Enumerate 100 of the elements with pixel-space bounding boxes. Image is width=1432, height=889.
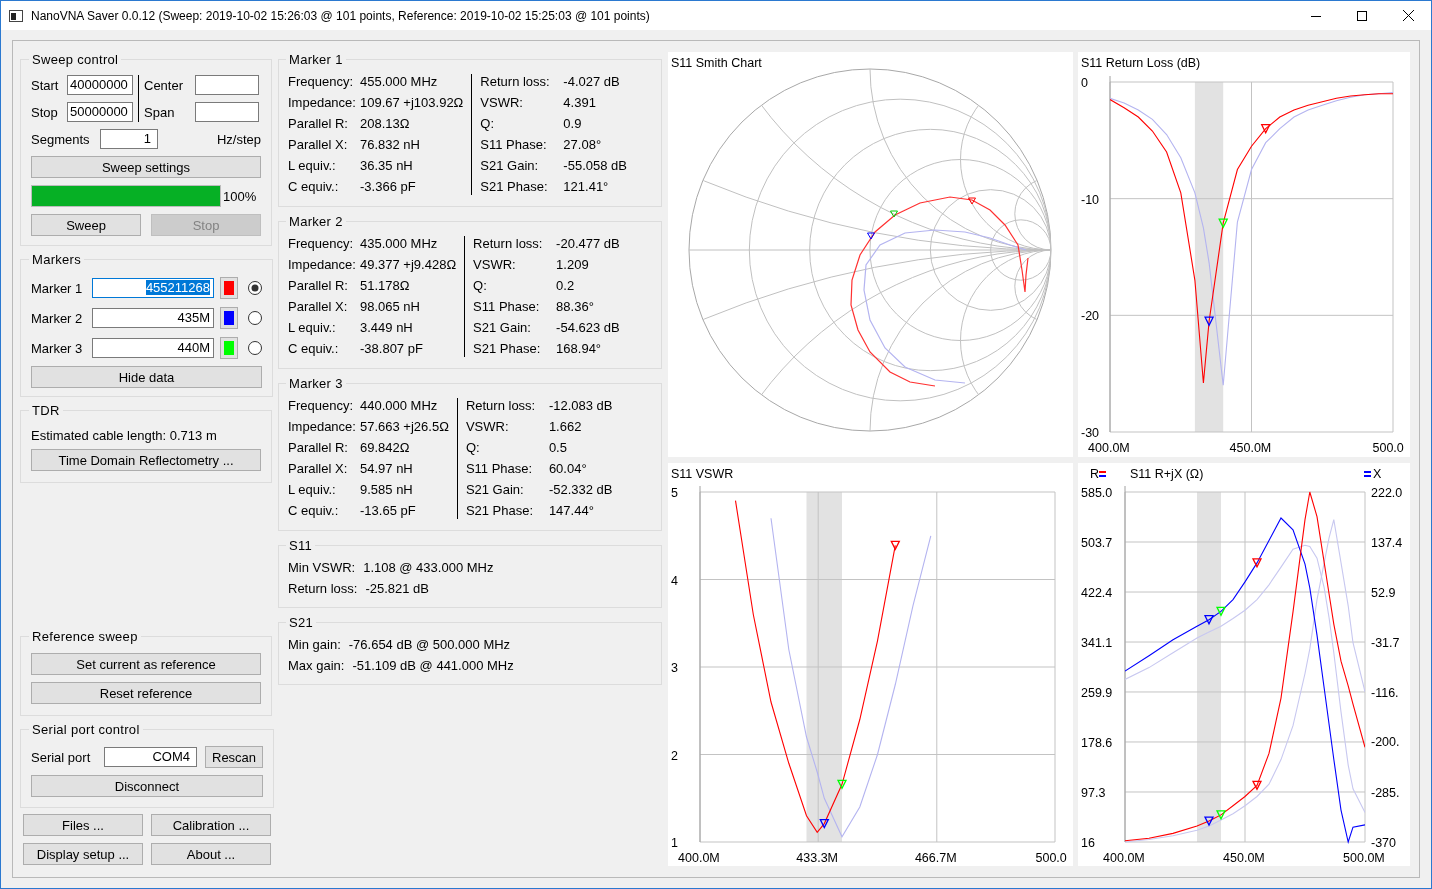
axis-label: 450.0M: [1229, 441, 1272, 455]
tdr-button[interactable]: Time Domain Reflectometry ...: [31, 449, 261, 471]
reference-button[interactable]: Set current as reference: [31, 653, 261, 675]
summary-value: -25.821 dB: [365, 581, 429, 596]
axis-label: 259.9: [1081, 685, 1113, 700]
info-label: Parallel R:: [288, 278, 349, 294]
info-value: 36.35 nH: [360, 158, 414, 174]
info-value: 49.377 +j9.428Ω: [360, 257, 457, 273]
info-value: -55.058 dB: [563, 158, 627, 174]
axis-label: 97.3: [1081, 786, 1106, 800]
info-label: VSWR:: [465, 419, 510, 435]
info-value: -38.807 pF: [360, 341, 424, 357]
marker-triangle: [1215, 810, 1227, 821]
input-field[interactable]: 1: [100, 129, 158, 149]
marker-triangle: [836, 779, 848, 790]
maximize-icon[interactable]: [1357, 10, 1367, 21]
menu-button[interactable]: Calibration ...: [151, 814, 271, 836]
info-label: S11 Phase:: [473, 299, 541, 315]
sweep-settings-button[interactable]: Sweep settings: [31, 156, 261, 178]
color-button[interactable]: [220, 277, 238, 299]
chart-title: S11 Return Loss (dB): [1081, 56, 1201, 70]
info-label: L equiv.:: [288, 158, 337, 174]
marker-triangle: [890, 540, 901, 551]
group-title: Marker 1: [288, 52, 344, 67]
info-value: 168.94°: [556, 341, 603, 357]
marker-frequency-field[interactable]: 435M: [92, 308, 214, 328]
input-field[interactable]: 40000000: [67, 75, 133, 95]
group-title: Marker 3: [288, 376, 344, 391]
info-value: 88.36°: [556, 299, 595, 315]
info-label: Impedance:: [288, 419, 357, 435]
field-label: Stop: [31, 104, 59, 120]
axis-label: 450.0M: [1223, 851, 1265, 865]
axis-label: 422.4: [1081, 586, 1113, 600]
axis-label: -285.: [1371, 785, 1400, 800]
axis-label: 500.0: [1372, 441, 1404, 455]
marker-triangle: [1251, 780, 1263, 791]
field-label: Center: [144, 77, 185, 93]
info-label: S11 Phase:: [480, 137, 548, 153]
marker-label: Marker 1: [31, 280, 84, 296]
info-value: 0.5: [548, 440, 568, 456]
color-button[interactable]: [220, 307, 238, 329]
info-value: 9.585 nH: [360, 482, 414, 498]
info-label: L equiv.:: [288, 320, 337, 336]
marker-frequency-field[interactable]: 455211268: [92, 278, 214, 298]
axis-label: 400.0M: [1103, 851, 1145, 865]
hide-data-button[interactable]: Hide data: [31, 366, 262, 388]
info-value: 76.832 nH: [360, 137, 421, 153]
summary-value: -51.109 dB @ 441.000 MHz: [352, 658, 514, 673]
info-label: Frequency:: [288, 398, 355, 414]
radio-button[interactable]: [248, 311, 262, 325]
field-label: Segments: [31, 131, 91, 147]
menu-button[interactable]: Files ...: [23, 814, 143, 836]
info-label: C equiv.:: [288, 341, 340, 357]
radio-button[interactable]: [248, 341, 262, 355]
input-field[interactable]: 50000000: [67, 102, 133, 122]
info-label: Frequency:: [288, 74, 355, 90]
rescan-button[interactable]: Rescan: [205, 746, 263, 768]
group-title: S11: [288, 538, 314, 553]
axis-label: -31.7: [1371, 636, 1400, 650]
group-title: Serial port control: [31, 722, 141, 737]
marker-triangle: [1203, 615, 1215, 626]
axis-label: 1: [671, 836, 678, 850]
marker-label: Marker 2: [31, 310, 84, 326]
close-icon[interactable]: [1402, 10, 1414, 21]
info-label: Frequency:: [288, 236, 355, 252]
info-value: 69.842Ω: [360, 440, 411, 456]
info-label: C equiv.:: [288, 503, 340, 519]
axis-label: -10: [1081, 192, 1100, 207]
color-button[interactable]: [220, 337, 238, 359]
group-title: Marker 2: [288, 214, 344, 229]
reference-button[interactable]: Reset reference: [31, 682, 261, 704]
serial-port-field[interactable]: COM4: [104, 747, 197, 767]
field-label: Start: [31, 77, 60, 93]
info-value: 4.391: [563, 95, 597, 111]
axis-label: 4: [671, 573, 678, 588]
marker-triangle: [1203, 816, 1215, 827]
axis-label: -370: [1371, 836, 1397, 850]
sweep-button[interactable]: Sweep: [31, 214, 141, 236]
info-value: 435.000 MHz: [360, 236, 439, 252]
menu-button[interactable]: About ...: [151, 843, 271, 865]
input-field[interactable]: [195, 102, 259, 122]
info-label: C equiv.:: [288, 179, 340, 195]
axis-label: 585.0: [1081, 486, 1113, 500]
info-label: Parallel X:: [288, 137, 349, 153]
summary-label: Min gain:: [288, 637, 341, 652]
input-field[interactable]: [195, 75, 259, 95]
info-value: -13.65 pF: [360, 503, 417, 519]
radio-button[interactable]: [248, 281, 262, 295]
marker-frequency-field[interactable]: 440M: [92, 338, 214, 358]
axis-label: 400.0M: [678, 851, 720, 865]
legend-label: X: [1373, 467, 1382, 481]
disconnect-button[interactable]: Disconnect: [31, 775, 263, 797]
axis-label: -30: [1081, 426, 1100, 440]
menu-button[interactable]: Display setup ...: [23, 843, 143, 865]
axis-label: 341.1: [1081, 636, 1113, 651]
info-label: S21 Gain:: [473, 320, 532, 336]
summary-label: Return loss:: [288, 581, 358, 596]
info-value: 0.9: [563, 116, 583, 132]
axis-label: 3: [671, 661, 678, 675]
field-label: Serial port: [31, 749, 92, 765]
